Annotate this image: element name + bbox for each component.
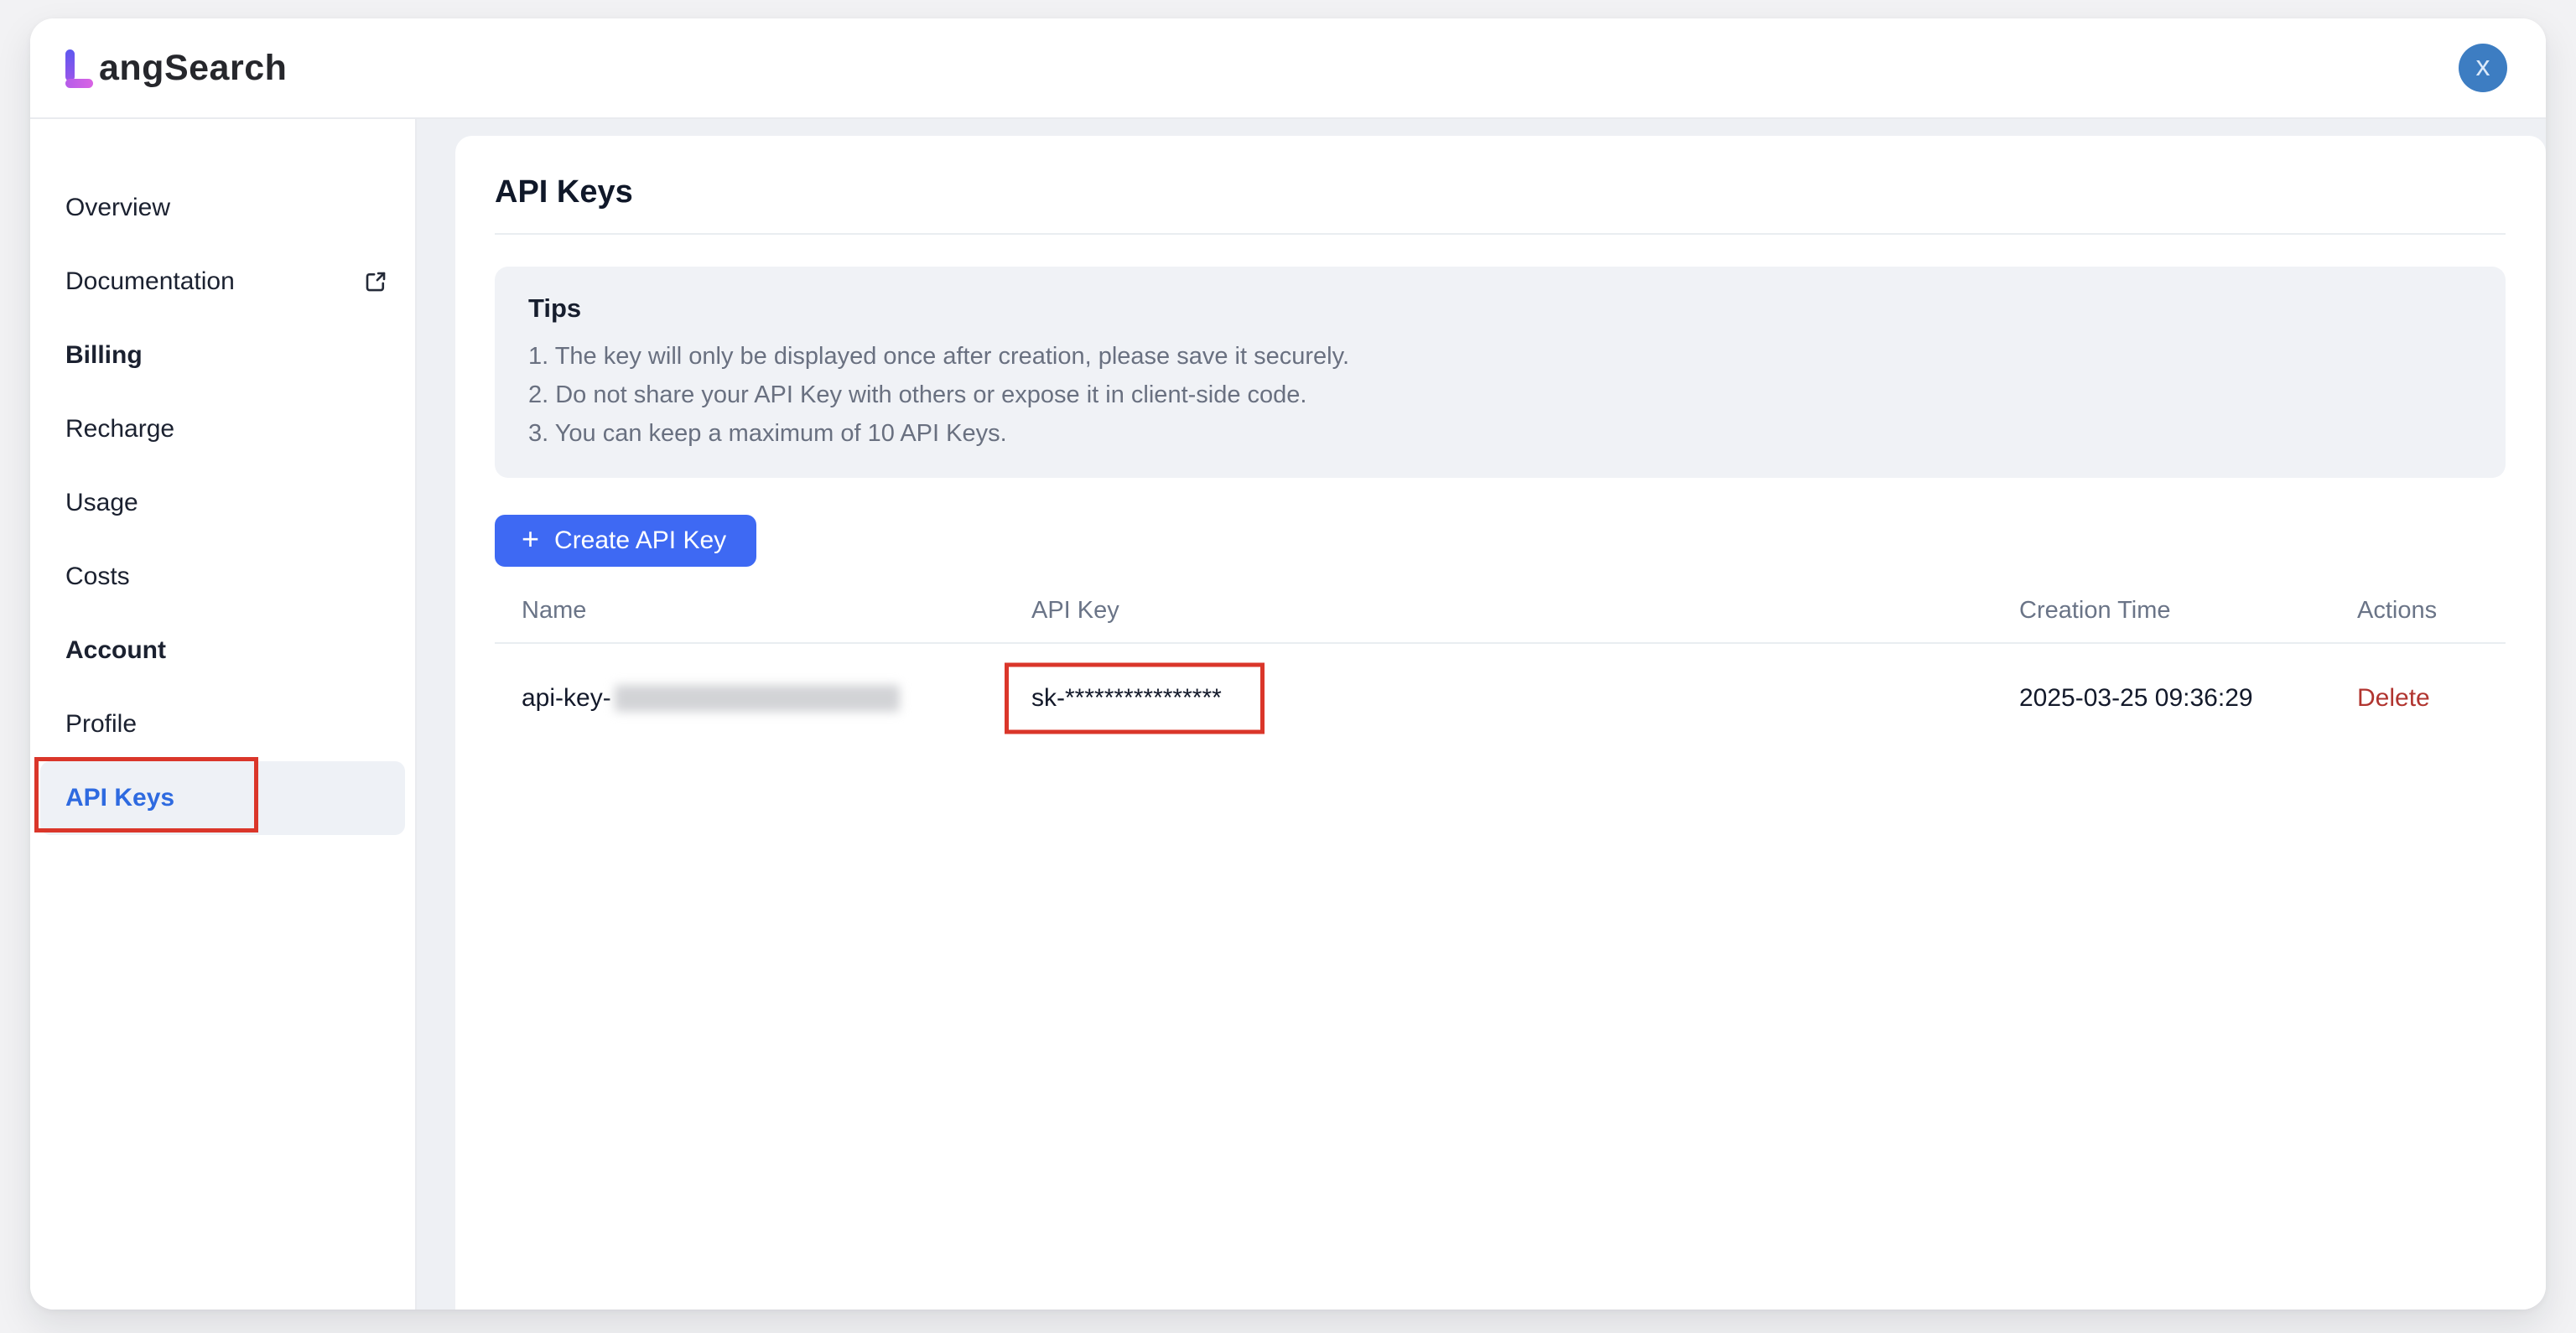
brand-wordmark: angSearch: [99, 48, 287, 88]
sidebar-item-profile[interactable]: Profile: [40, 687, 405, 761]
sidebar-item-usage[interactable]: Usage: [40, 466, 405, 540]
content-panel: API Keys Tips 1. The key will only be di…: [455, 136, 2546, 1310]
sidebar-item-recharge[interactable]: Recharge: [40, 392, 405, 466]
tip-item: 1. The key will only be displayed once a…: [528, 337, 2472, 376]
sidebar-item-overview[interactable]: Overview: [40, 171, 405, 245]
table-header-name: Name: [495, 597, 1005, 625]
plus-icon: +: [522, 524, 539, 558]
table-row: api-key- sk-**************** 2025-03-25 …: [495, 644, 2506, 753]
sidebar-item-documentation[interactable]: Documentation: [40, 245, 405, 319]
table-header-creation-time: Creation Time: [1992, 597, 2330, 625]
cell-creation-time: 2025-03-25 09:36:29: [1992, 684, 2330, 713]
cell-name: api-key-: [495, 684, 1005, 713]
app-window: angSearch x Overview Documentation Billi…: [30, 18, 2546, 1310]
sidebar-item-label: API Keys: [65, 784, 174, 812]
create-api-key-label: Create API Key: [554, 526, 726, 555]
create-api-key-button[interactable]: + Create API Key: [495, 515, 756, 567]
user-avatar[interactable]: x: [2459, 44, 2507, 92]
tips-list: 1. The key will only be displayed once a…: [528, 337, 2472, 453]
sidebar-section-billing: Billing: [40, 319, 405, 392]
table-header-row: Name API Key Creation Time Actions: [495, 578, 2506, 644]
api-key-name-prefix: api-key-: [522, 684, 611, 713]
tip-item: 3. You can keep a maximum of 10 API Keys…: [528, 414, 2472, 453]
sidebar-item-api-keys[interactable]: API Keys: [40, 761, 405, 835]
tips-title: Tips: [528, 293, 2472, 324]
sidebar-item-label: Documentation: [65, 267, 235, 296]
table-header-actions: Actions: [2330, 597, 2506, 625]
external-link-icon: [363, 269, 388, 294]
tip-item: 2. Do not share your API Key with others…: [528, 376, 2472, 414]
tips-card: Tips 1. The key will only be displayed o…: [495, 267, 2506, 478]
logo-l-vertical-bar: [65, 49, 75, 81]
brand-logo: angSearch: [65, 48, 287, 88]
cell-api-key: sk-****************: [1005, 644, 1992, 753]
sidebar-nav: Overview Documentation Billing Recharge …: [30, 119, 417, 1310]
top-header: angSearch x: [30, 18, 2546, 119]
cell-actions: Delete: [2330, 684, 2506, 713]
logo-l-horizontal-bar: [65, 79, 93, 88]
body-row: Overview Documentation Billing Recharge …: [30, 119, 2546, 1310]
page-title: API Keys: [495, 173, 2506, 211]
brand-logo-l-glyph: [65, 48, 99, 88]
sidebar-item-costs[interactable]: Costs: [40, 540, 405, 614]
api-key-masked-value: sk-****************: [1031, 684, 1222, 713]
delete-link[interactable]: Delete: [2357, 684, 2430, 713]
sidebar-section-account: Account: [40, 614, 405, 687]
title-divider: [495, 233, 2506, 235]
table-header-api-key: API Key: [1005, 597, 1992, 625]
content-area: API Keys Tips 1. The key will only be di…: [417, 119, 2546, 1310]
name-redacted-blur: [615, 685, 900, 712]
api-keys-table: Name API Key Creation Time Actions api-k…: [495, 578, 2506, 753]
